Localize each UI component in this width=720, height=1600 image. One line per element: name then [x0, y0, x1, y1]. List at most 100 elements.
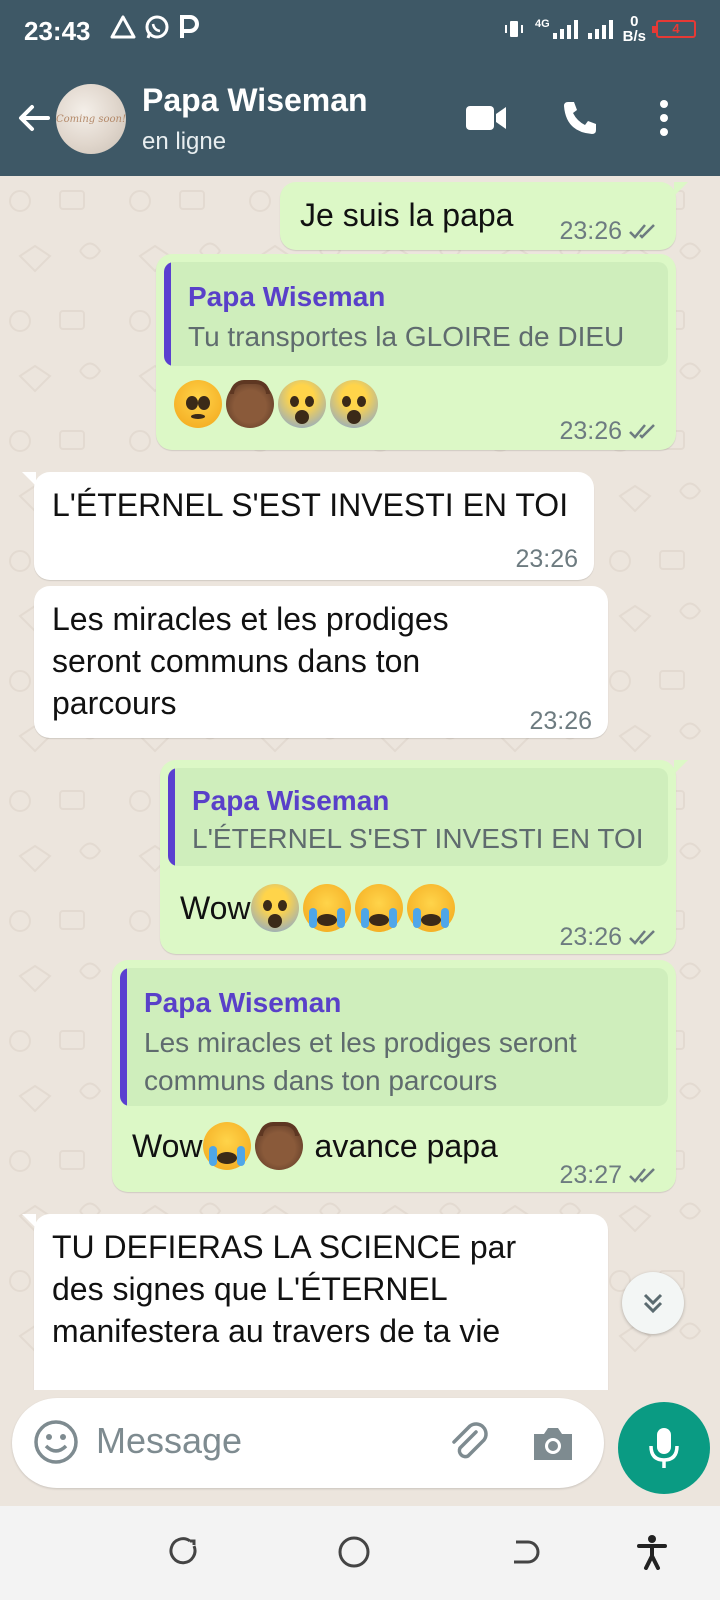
quote-text: Les miracles et les prodiges seront comm…: [144, 1027, 577, 1096]
loudly-crying-face-icon: [354, 884, 403, 932]
chevron-double-down-icon: [643, 1293, 663, 1314]
loudly-crying-face-icon: [202, 1122, 251, 1170]
whatsapp-icon: [145, 15, 169, 39]
message-time: 23:27: [559, 1161, 622, 1189]
double-check-icon: [629, 1168, 655, 1183]
signal-icon: [587, 19, 613, 39]
net-speed: 0 B/s: [623, 14, 646, 44]
signal-4g-icon: 4G: [535, 19, 578, 39]
quote-bar: [164, 262, 171, 366]
message-text: Wow: [132, 1128, 203, 1164]
double-check-icon: [629, 930, 655, 945]
p-icon: [180, 15, 199, 38]
message-meta: 23:27: [559, 1154, 660, 1196]
battery-level: 4: [672, 21, 680, 36]
message-text: L'ÉTERNEL S'EST INVESTI EN TOI: [52, 487, 569, 523]
net-speed-unit: B/s: [622, 28, 646, 45]
message-incoming[interactable]: Les miracles et les prodiges seront comm…: [34, 586, 608, 738]
message-time: 23:26: [529, 707, 592, 735]
accessibility-icon: [637, 1535, 667, 1570]
quote-bar: [168, 768, 175, 866]
message-meta: 23:26: [515, 538, 578, 580]
quote-author: Papa Wiseman: [192, 785, 390, 816]
face-screaming-icon: [278, 380, 326, 428]
message-content: Wow: [180, 884, 459, 932]
emoji-icon[interactable]: [32, 1418, 80, 1466]
video-camera-icon: [466, 106, 506, 130]
message-text: Wow: [180, 890, 251, 926]
contact-name[interactable]: Papa Wiseman: [142, 82, 368, 119]
message-text: Je suis la papa: [300, 197, 514, 233]
net-speed-value: 0: [630, 13, 639, 30]
more-vertical-icon: [660, 100, 668, 136]
compose-bar: Message: [0, 1390, 720, 1488]
camera-icon[interactable]: [530, 1420, 576, 1466]
double-check-icon: [629, 424, 655, 439]
scroll-to-bottom-button[interactable]: [622, 1272, 684, 1334]
status-bar: 23:43 4G 0 B/s 4: [0, 0, 720, 64]
home-button[interactable]: [332, 1530, 376, 1574]
message-input-container[interactable]: Message: [12, 1398, 604, 1488]
face-screaming-icon: [250, 884, 299, 932]
accessibility-button[interactable]: [630, 1530, 674, 1574]
back-button[interactable]: [14, 98, 54, 138]
quoted-message[interactable]: Papa Wiseman L'ÉTERNEL S'EST INVESTI EN …: [168, 768, 668, 866]
more-options-button[interactable]: [640, 94, 688, 142]
loudly-crying-face-icon: [302, 884, 351, 932]
quoted-message[interactable]: Papa Wiseman Tu transportes la GLOIRE de…: [164, 262, 668, 366]
person-gesturing-ok-icon: [226, 380, 274, 428]
recent-apps-button[interactable]: [162, 1530, 206, 1574]
quote-bar: [120, 968, 127, 1106]
double-check-icon: [629, 224, 655, 239]
message-incoming[interactable]: TU DEFIERAS LA SCIENCE par des signes qu…: [22, 1214, 608, 1390]
back-icon: [514, 1540, 540, 1564]
message-time: 23:26: [515, 545, 578, 573]
quote-author: Papa Wiseman: [188, 281, 386, 312]
message-meta: 23:26: [559, 410, 660, 452]
video-call-button[interactable]: [462, 94, 510, 142]
paperclip-icon[interactable]: [446, 1420, 492, 1466]
avatar[interactable]: Coming soon!: [56, 84, 126, 154]
message-meta: 23:26: [529, 700, 592, 742]
back-nav-button[interactable]: [502, 1530, 546, 1574]
contact-status: en ligne: [142, 128, 227, 155]
message-outgoing-reply[interactable]: Papa Wiseman Tu transportes la GLOIRE de…: [156, 254, 676, 450]
status-time: 23:43: [24, 16, 91, 46]
microphone-icon: [649, 1428, 679, 1468]
system-nav-bar: [0, 1506, 720, 1600]
voice-message-button[interactable]: [618, 1402, 710, 1494]
person-gesturing-ok-icon: [254, 1122, 303, 1170]
message-incoming[interactable]: L'ÉTERNEL S'EST INVESTI EN TOI 23:26: [22, 472, 594, 580]
vibrate-icon: [504, 21, 523, 37]
network-type: 4G: [534, 18, 550, 30]
message-outgoing[interactable]: Je suis la papa 23:26: [280, 182, 688, 252]
message-time: 23:26: [559, 923, 622, 951]
quoted-message[interactable]: Papa Wiseman Les miracles et les prodige…: [120, 968, 668, 1106]
message-meta: 23:26: [559, 916, 660, 958]
message-text: Les miracles et les prodiges seront comm…: [52, 601, 449, 721]
message-outgoing-reply[interactable]: Papa Wiseman L'ÉTERNEL S'EST INVESTI EN …: [160, 760, 688, 954]
voice-call-button[interactable]: [556, 94, 604, 142]
recent-apps-icon: [169, 1537, 197, 1565]
chat-area[interactable]: Je suis la papa 23:26 Papa Wiseman Tu tr…: [0, 176, 720, 1390]
message-text: avance papa: [314, 1128, 498, 1164]
avatar-text: Coming soon!: [56, 113, 127, 125]
message-time: 23:26: [559, 417, 622, 445]
face-screaming-icon: [330, 380, 378, 428]
message-time: 23:26: [559, 217, 622, 245]
home-icon: [338, 1536, 370, 1568]
message-text: TU DEFIERAS LA SCIENCE par des signes qu…: [52, 1229, 517, 1349]
arrow-left-icon: [19, 105, 50, 131]
pleading-face-icon: [174, 380, 222, 428]
message-meta: 23:26: [559, 210, 660, 252]
message-emojis: [174, 380, 382, 428]
quote-text: Tu transportes la GLOIRE de DIEU: [188, 321, 625, 352]
message-input[interactable]: Message: [96, 1420, 242, 1462]
message-content: Wow avance papa: [132, 1122, 498, 1170]
quote-text: L'ÉTERNEL S'EST INVESTI EN TOI: [192, 823, 644, 854]
quote-author: Papa Wiseman: [144, 987, 342, 1018]
status-right: 4G 0 B/s 4: [503, 14, 696, 44]
message-outgoing-reply[interactable]: Papa Wiseman Les miracles et les prodige…: [112, 960, 676, 1192]
loudly-crying-face-icon: [406, 884, 455, 932]
phone-icon: [564, 102, 596, 134]
